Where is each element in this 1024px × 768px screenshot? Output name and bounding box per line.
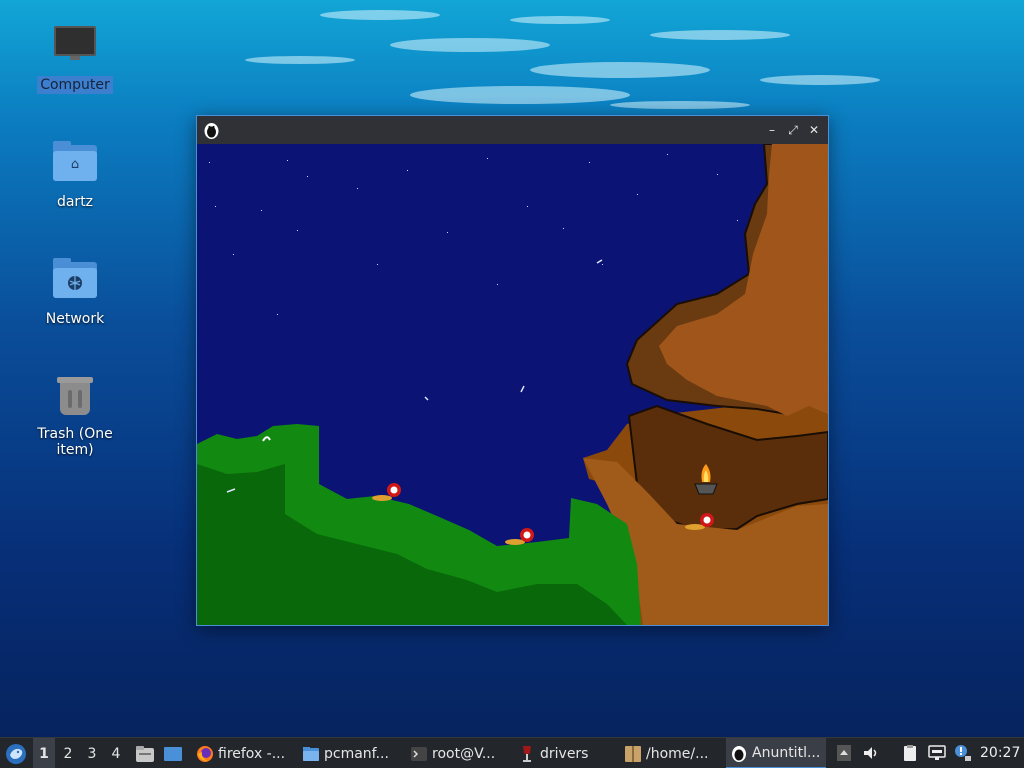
- window-titlebar[interactable]: – ⤢ ✕: [197, 116, 828, 144]
- scroll-up-icon[interactable]: [835, 744, 853, 762]
- penguin-icon: [732, 745, 746, 762]
- task-label: pcmanf...: [324, 745, 389, 762]
- computer-icon: [51, 22, 99, 70]
- task-terminal[interactable]: root@V...: [406, 738, 510, 768]
- clipboard-icon[interactable]: [901, 744, 919, 762]
- desktop-icon-label: Network: [45, 311, 105, 327]
- network-status-icon[interactable]: [928, 744, 946, 762]
- task-label: Anuntitl...: [752, 744, 821, 761]
- show-desktop-button[interactable]: [161, 738, 185, 768]
- task-label: /home/...: [646, 745, 709, 762]
- desktop-icon-label: Trash (One item): [37, 426, 113, 458]
- wine-icon: [523, 745, 531, 762]
- desktop-icon-network[interactable]: Network: [15, 256, 135, 328]
- volume-icon[interactable]: [862, 744, 880, 762]
- task-game-window[interactable]: Anuntitl...: [726, 738, 826, 768]
- task-pcmanfm[interactable]: pcmanf...: [298, 738, 400, 768]
- clock[interactable]: 20:27: [980, 738, 1020, 768]
- task-label: drivers: [540, 745, 589, 762]
- maximize-button[interactable]: ⤢: [784, 121, 802, 139]
- task-label: root@V...: [432, 745, 496, 762]
- wallpaper-light-caustics: [245, 10, 880, 109]
- close-button[interactable]: ✕: [805, 121, 823, 139]
- file-manager-launcher[interactable]: [134, 738, 156, 768]
- archive-icon: [625, 745, 641, 762]
- file-manager-icon: [136, 745, 154, 762]
- workspace-1[interactable]: 1: [33, 738, 55, 768]
- workspace-3[interactable]: 3: [81, 738, 103, 768]
- game-window[interactable]: – ⤢ ✕: [196, 115, 829, 626]
- desktop-icon-home[interactable]: ⌂ dartz: [15, 139, 135, 211]
- show-desktop-icon: [164, 746, 182, 761]
- penguin-icon: [204, 123, 219, 139]
- workspace-2[interactable]: 2: [57, 738, 79, 768]
- start-menu-button[interactable]: [4, 738, 28, 768]
- desktop-icon-label: dartz: [56, 194, 94, 210]
- firefox-icon: [197, 745, 213, 762]
- desktop-icon-label: Computer: [37, 76, 113, 94]
- workspace-4[interactable]: 4: [105, 738, 127, 768]
- task-label: firefox -...: [218, 745, 286, 762]
- network-folder-icon: [51, 256, 99, 304]
- taskbar: 1 2 3 4 firefox -... pcmanf... root@V...…: [0, 737, 1024, 768]
- folder-icon: [303, 746, 319, 761]
- task-drivers[interactable]: drivers: [514, 738, 616, 768]
- terminal-icon: [411, 746, 427, 761]
- task-firefox[interactable]: firefox -...: [192, 738, 296, 768]
- start-menu-icon: [6, 743, 26, 764]
- minimize-button[interactable]: –: [763, 121, 781, 139]
- notification-icon[interactable]: [953, 744, 971, 762]
- home-folder-icon: ⌂: [51, 139, 99, 187]
- trash-icon: [51, 373, 99, 421]
- game-canvas[interactable]: [197, 144, 828, 625]
- desktop-icon-trash[interactable]: Trash (One item): [15, 373, 135, 459]
- desktop-icon-computer[interactable]: Computer: [15, 22, 135, 94]
- task-home-folder[interactable]: /home/...: [620, 738, 720, 768]
